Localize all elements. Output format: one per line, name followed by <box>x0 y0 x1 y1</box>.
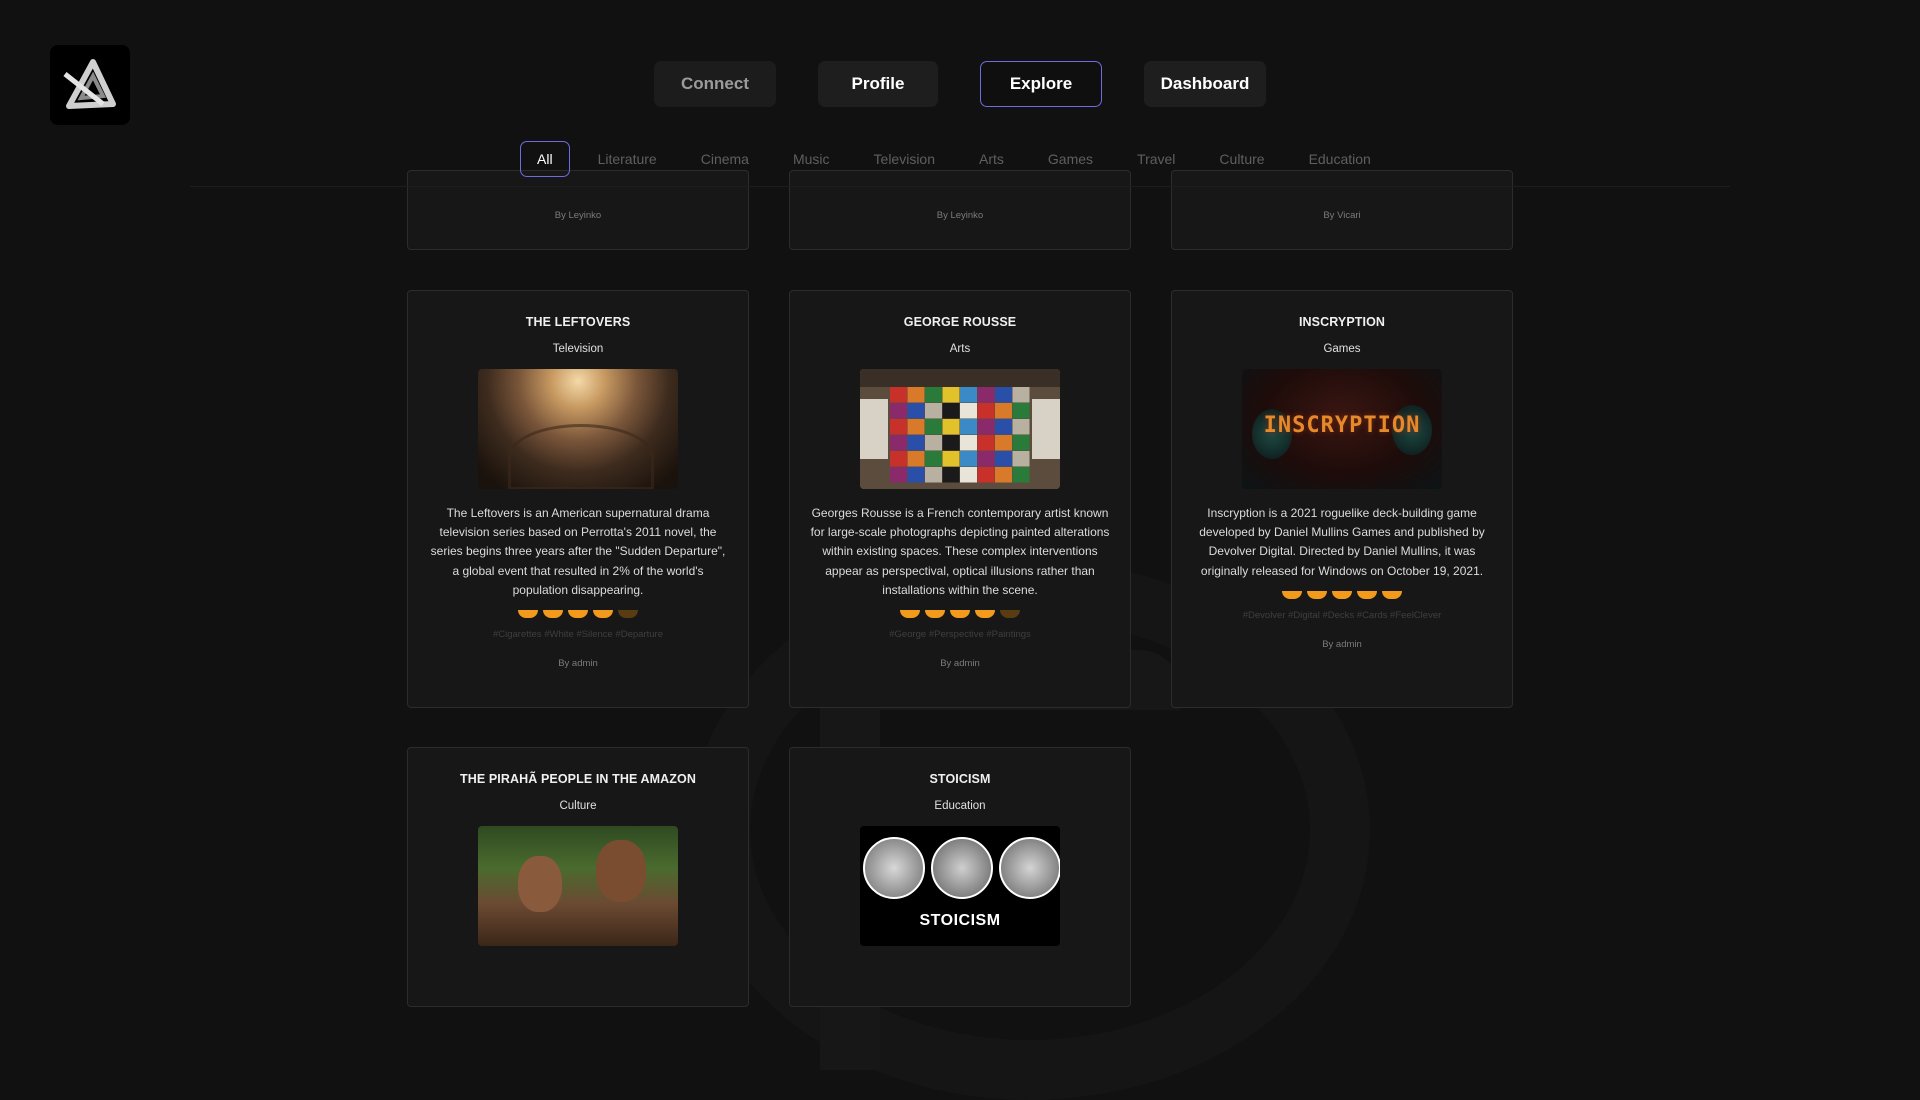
stoicism-image-text: STOICISM <box>919 912 1001 929</box>
category-culture[interactable]: Culture <box>1197 142 1286 176</box>
star-icon <box>543 610 563 619</box>
nav-explore-button[interactable]: Explore <box>980 61 1102 107</box>
top-nav: Connect Profile Explore Dashboard <box>0 61 1920 107</box>
card-author: By Leyinko <box>936 210 984 221</box>
post-card[interactable]: By Leyinko <box>789 170 1131 250</box>
card-rating <box>790 610 1130 619</box>
star-icon <box>950 610 970 619</box>
star-icon <box>1332 590 1352 599</box>
post-card[interactable]: By Leyinko <box>407 170 749 250</box>
nav-profile-button[interactable]: Profile <box>818 61 938 107</box>
star-icon <box>925 610 945 619</box>
card-category: Television <box>552 343 604 355</box>
card-author: By admin <box>558 658 598 670</box>
inscryption-logo-text: INSCRYPTION <box>1263 413 1421 438</box>
category-arts[interactable]: Arts <box>957 142 1026 176</box>
card-image <box>478 369 678 489</box>
card-description: The Leftovers is an American supernatura… <box>430 506 726 597</box>
card-rating <box>1172 590 1512 599</box>
card-title: THE PIRAHÃ PEOPLE IN THE AMAZON <box>460 772 696 786</box>
category-filter-bar: All Literature Cinema Music Television A… <box>520 141 1393 177</box>
card-image: STOICISM <box>860 826 1060 946</box>
card-author: By Leyinko <box>554 210 602 221</box>
card-image <box>860 369 1060 489</box>
card-category: Education <box>934 800 986 812</box>
category-cinema[interactable]: Cinema <box>679 142 771 176</box>
card-author: By admin <box>940 658 980 670</box>
star-icon <box>1357 590 1377 599</box>
card-category: Arts <box>949 343 971 355</box>
category-travel[interactable]: Travel <box>1115 142 1197 176</box>
star-icon <box>900 610 920 619</box>
card-image: INSCRYPTION <box>1242 369 1442 489</box>
card-title: STOICISM <box>929 772 991 786</box>
star-icon <box>1282 590 1302 599</box>
card-rating <box>408 610 748 619</box>
post-card[interactable]: STOICISM Education STOICISM <box>789 747 1131 1007</box>
category-television[interactable]: Television <box>852 142 957 176</box>
card-category: Culture <box>559 800 597 812</box>
card-description: Georges Rousse is a French contemporary … <box>810 506 1110 597</box>
category-all[interactable]: All <box>520 141 570 177</box>
post-card[interactable]: By Vicari <box>1171 170 1513 250</box>
category-literature[interactable]: Literature <box>576 142 679 176</box>
card-category: Games <box>1323 343 1361 355</box>
category-education[interactable]: Education <box>1287 142 1393 176</box>
card-title: GEORGE ROUSSE <box>903 315 1017 329</box>
card-tags[interactable]: #Cigarettes #White #Silence #Departure <box>408 629 748 640</box>
header-divider <box>190 186 1730 187</box>
star-empty-icon <box>618 610 638 619</box>
nav-connect-button[interactable]: Connect <box>654 61 776 107</box>
star-icon <box>568 610 588 619</box>
card-tags[interactable]: #George #Perspective #Paintings <box>790 629 1130 640</box>
card-title: INSCRYPTION <box>1298 315 1386 329</box>
card-description: Inscryption is a 2021 roguelike deck-bui… <box>1199 506 1485 578</box>
post-card[interactable]: THE LEFTOVERS Television The Leftovers i… <box>407 290 749 708</box>
post-card[interactable]: GEORGE ROUSSE Arts Georges Rousse is a F… <box>789 290 1131 708</box>
star-empty-icon <box>1000 610 1020 619</box>
card-author: By Vicari <box>1323 210 1361 221</box>
post-card[interactable]: INSCRYPTION Games INSCRYPTION Inscryptio… <box>1171 290 1513 708</box>
category-games[interactable]: Games <box>1026 142 1115 176</box>
star-icon <box>1307 590 1327 599</box>
star-icon <box>518 610 538 619</box>
star-icon <box>1382 590 1402 599</box>
category-music[interactable]: Music <box>771 142 852 176</box>
card-image <box>478 826 678 946</box>
card-tags[interactable]: #Devolver #Digital #Decks #Cards #FeelCl… <box>1172 610 1512 621</box>
star-icon <box>975 610 995 619</box>
card-title: THE LEFTOVERS <box>525 315 631 329</box>
post-card[interactable]: THE PIRAHÃ PEOPLE IN THE AMAZON Culture <box>407 747 749 1007</box>
card-author: By admin <box>1322 638 1362 650</box>
nav-dashboard-button[interactable]: Dashboard <box>1144 61 1266 107</box>
star-icon <box>593 610 613 619</box>
